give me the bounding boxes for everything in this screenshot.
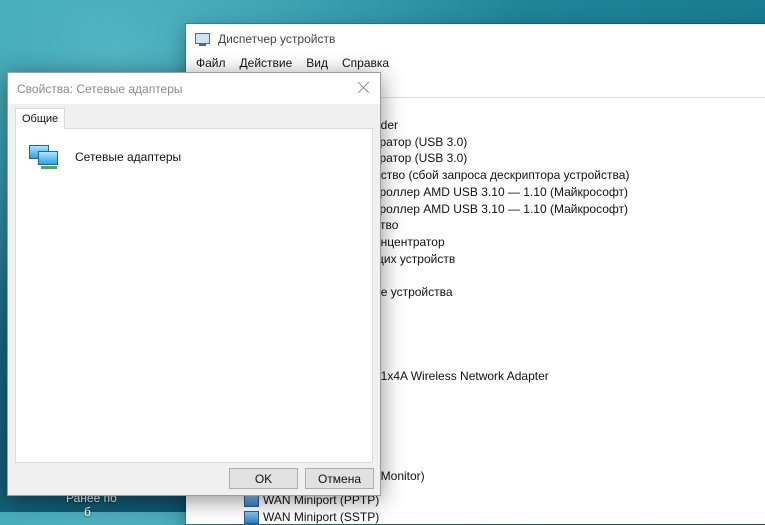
menu-action[interactable]: Действие	[233, 56, 300, 70]
device-manager-icon	[195, 32, 210, 46]
menu-bar: Файл Действие Вид Справка	[186, 54, 765, 72]
dialog-title: Свойства: Сетевые адаптеры	[17, 82, 183, 96]
tab-panel-general: Сетевые адаптеры	[15, 128, 373, 463]
device-name: Сетевые адаптеры	[75, 150, 182, 164]
tree-row-wan[interactable]: WAN Miniport (SSTP)	[186, 508, 765, 525]
ok-button[interactable]: OK	[229, 468, 298, 489]
tree-row-label: ие устройства	[374, 285, 453, 299]
menu-file[interactable]: Файл	[189, 56, 233, 70]
dialog-titlebar[interactable]: Свойства: Сетевые адаптеры	[8, 73, 380, 104]
menu-view[interactable]: Вид	[299, 56, 335, 70]
network-adapter-icon	[244, 511, 259, 524]
desktop-label-2: б	[84, 505, 91, 519]
tree-row-label: 61x4A Wireless Network Adapter	[374, 369, 549, 383]
cancel-button[interactable]: Отмена	[305, 468, 374, 489]
window-title: Диспетчер устройств	[218, 32, 336, 46]
device-manager-titlebar[interactable]: Диспетчер устройств	[186, 24, 765, 54]
tree-row-label: : Monitor)	[374, 469, 425, 483]
tree-row-label: тратор (USB 3.0)	[374, 135, 468, 149]
tree-row-label: тратор (USB 3.0)	[374, 151, 468, 165]
tree-row-label: йство (сбой запроса дескриптора устройст…	[374, 168, 630, 182]
tree-row-label: троллер AMD USB 3.10 — 1.10 (Майкрософт)	[374, 185, 628, 199]
tree-row-label: щих устройств	[374, 252, 456, 266]
tree-row-label: онцентратор	[374, 235, 445, 249]
menu-help[interactable]: Справка	[335, 56, 396, 70]
network-adapters-icon	[29, 143, 63, 169]
close-icon[interactable]	[355, 79, 373, 97]
properties-dialog: Свойства: Сетевые адаптеры Общие Сетевые…	[7, 72, 381, 496]
tree-row-label: WAN Miniport (SSTP)	[263, 510, 380, 524]
tab-general[interactable]: Общие	[15, 108, 66, 129]
tree-row-label: троллер AMD USB 3.10 — 1.10 (Майкрософт)	[374, 202, 628, 216]
